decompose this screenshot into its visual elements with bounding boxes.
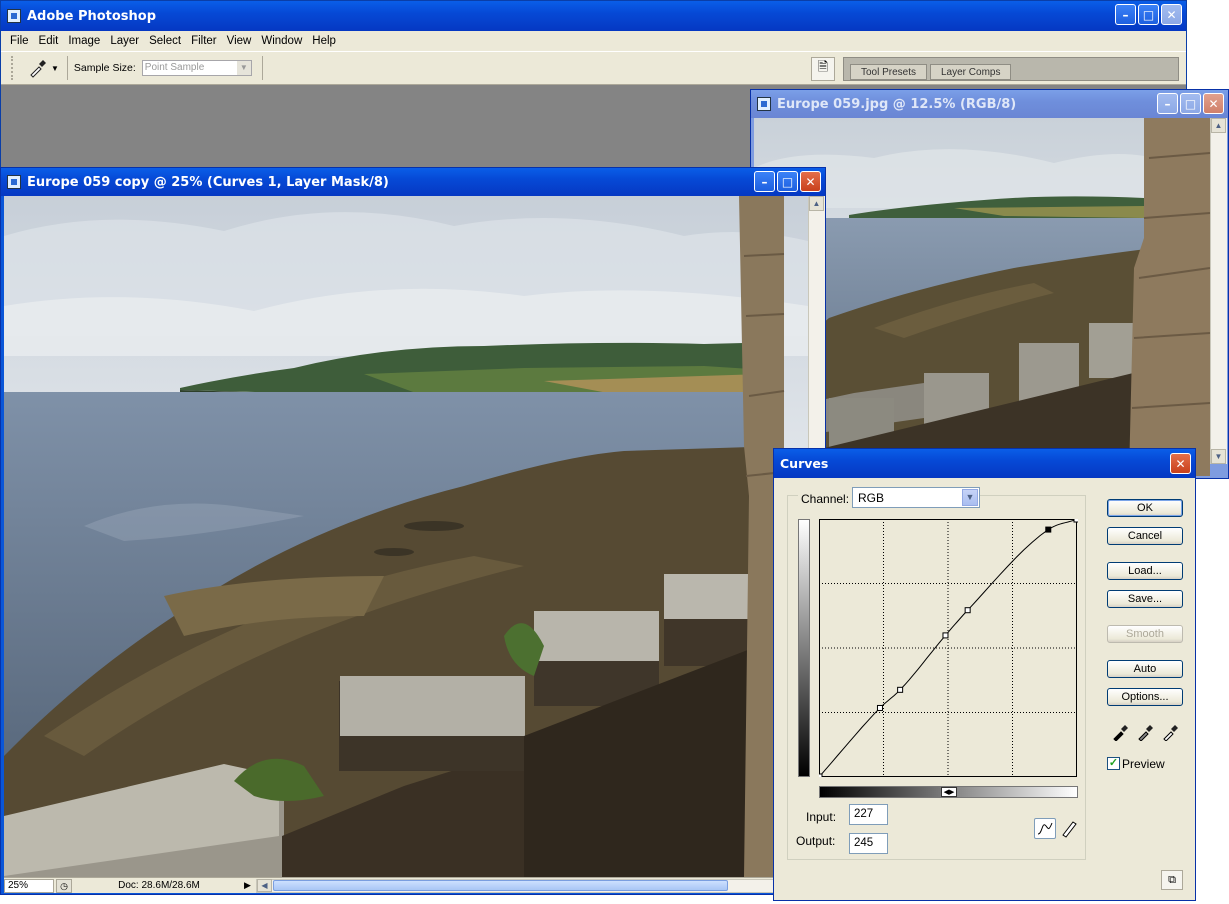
app-title: Adobe Photoshop [27,8,157,24]
tab-tool-presets[interactable]: Tool Presets [850,64,928,80]
maximize-button[interactable]: □ [1180,93,1201,114]
document-canvas-copy[interactable] [4,196,808,877]
scroll-up-arrow[interactable]: ▲ [809,196,824,211]
file-browser-button[interactable]: 🗎 [811,57,835,81]
tool-preset-picker[interactable]: ▼ [27,58,59,78]
curve-control-point[interactable] [942,632,949,639]
vertical-scrollbar[interactable]: ▲ ▼ [1210,118,1227,464]
ok-button[interactable]: OK [1107,499,1183,517]
expand-dialog-icon[interactable]: ⧉ [1161,870,1183,890]
output-field[interactable]: 245 [849,833,888,854]
curves-title: Curves [780,456,829,471]
input-field[interactable]: 227 [849,804,888,825]
minimize-button[interactable]: – [1157,93,1178,114]
channel-value: RGB [858,491,885,505]
chevron-down-icon: ▼ [962,489,978,506]
white-point-eyedropper-icon[interactable] [1161,723,1179,741]
zoom-field[interactable]: 25% [4,878,54,893]
scroll-left-arrow[interactable]: ◀ [257,879,272,892]
menu-image[interactable]: Image [63,35,105,47]
curve-graph[interactable] [819,519,1078,777]
curve-control-point[interactable] [964,607,971,614]
clock-icon[interactable]: ◷ [56,878,72,893]
doc-main-title: Europe 059 copy @ 25% (Curves 1, Layer M… [27,174,389,190]
options-button[interactable]: Options... [1107,688,1183,706]
doc-info: Doc: 28.6M/28.6M [118,879,200,891]
sample-size-select[interactable]: Point Sample ▼ [141,60,252,76]
sample-size-value: Point Sample [144,62,205,73]
landscape-photo [4,196,808,877]
cancel-button[interactable]: Cancel [1107,527,1183,545]
chevron-down-icon: ▼ [51,63,59,73]
chevron-down-icon: ▼ [236,61,251,75]
gray-point-eyedropper-icon[interactable] [1136,723,1154,741]
menu-window[interactable]: Window [256,35,307,47]
curve-control-point[interactable] [897,686,904,693]
preview-label: Preview [1122,757,1165,771]
menu-view[interactable]: View [222,35,257,47]
channel-select[interactable]: RGB ▼ [852,487,980,508]
minimize-button[interactable]: – [1115,4,1136,25]
output-gradient-bar [798,519,810,777]
curve-control-point[interactable] [1073,519,1078,523]
photoshop-icon [7,9,21,23]
horizontal-scrollbar[interactable]: ◀ [256,878,825,893]
curves-dialog: Curves ✕ Channel: RGB ▼ ◀▶ Input: 227 Ou… [773,448,1196,901]
eyedropper-tool-icon [30,60,46,78]
curve-tool-button[interactable] [1034,818,1056,839]
auto-button[interactable]: Auto [1107,660,1183,678]
status-menu-arrow-icon[interactable]: ▶ [244,880,254,891]
doc-small-title-bar[interactable]: Europe 059.jpg @ 12.5% (RGB/8) – □ ✕ [751,90,1228,118]
doc-small-title: Europe 059.jpg @ 12.5% (RGB/8) [777,96,1017,112]
curve-control-point[interactable] [1045,526,1052,533]
save-button[interactable]: Save... [1107,590,1183,608]
load-button[interactable]: Load... [1107,562,1183,580]
menu-layer[interactable]: Layer [105,35,144,47]
maximize-button[interactable]: □ [777,171,798,192]
maximize-button[interactable]: □ [1138,4,1159,25]
close-button[interactable]: ✕ [1203,93,1224,114]
scroll-up-arrow[interactable]: ▲ [1211,118,1226,133]
sample-size-label: Sample Size: [73,62,136,74]
menu-edit[interactable]: Edit [34,35,64,47]
pencil-tool-button[interactable] [1059,818,1079,839]
channel-label: Channel: [798,492,853,506]
document-icon [7,175,21,189]
curve-tool-icon [1037,822,1053,835]
pencil-icon [1062,821,1077,838]
output-label: Output: [796,834,836,848]
black-point-eyedropper-icon[interactable] [1111,723,1129,741]
smooth-button[interactable]: Smooth [1107,625,1183,643]
tab-layer-comps[interactable]: Layer Comps [930,64,1012,80]
menu-file[interactable]: File [5,35,34,47]
curve-control-point[interactable] [876,704,883,711]
minimize-button[interactable]: – [754,171,775,192]
options-bar: ▼ Sample Size: Point Sample ▼ 🗎 Tool Pre… [1,51,1186,85]
scroll-down-arrow[interactable]: ▼ [1211,449,1226,464]
document-window-copy: Europe 059 copy @ 25% (Curves 1, Layer M… [0,167,826,895]
menu-help[interactable]: Help [307,35,341,47]
menu-bar: File Edit Image Layer Select Filter View… [1,31,1186,51]
options-grip[interactable] [11,56,19,80]
gradient-toggle-icon[interactable]: ◀▶ [941,787,957,797]
palette-well: Tool Presets Layer Comps [843,57,1179,81]
status-bar: 25% ◷ Doc: 28.6M/28.6M ▶ ◀ [4,877,825,893]
input-gradient-bar: ◀▶ [819,786,1078,798]
close-button[interactable]: ✕ [1161,4,1182,25]
close-button[interactable]: ✕ [800,171,821,192]
app-title-bar[interactable]: Adobe Photoshop – □ ✕ [1,1,1186,31]
file-browser-icon: 🗎 [817,59,829,74]
doc-main-title-bar[interactable]: Europe 059 copy @ 25% (Curves 1, Layer M… [1,168,825,196]
menu-select[interactable]: Select [144,35,186,47]
curves-title-bar[interactable]: Curves ✕ [774,449,1195,478]
menu-filter[interactable]: Filter [186,35,222,47]
close-button[interactable]: ✕ [1170,453,1191,474]
document-icon [757,97,771,111]
horizontal-scroll-thumb[interactable] [273,880,728,891]
input-label: Input: [806,810,837,824]
preview-checkbox[interactable]: ✓ [1107,757,1120,770]
curve-control-point[interactable] [819,773,823,777]
